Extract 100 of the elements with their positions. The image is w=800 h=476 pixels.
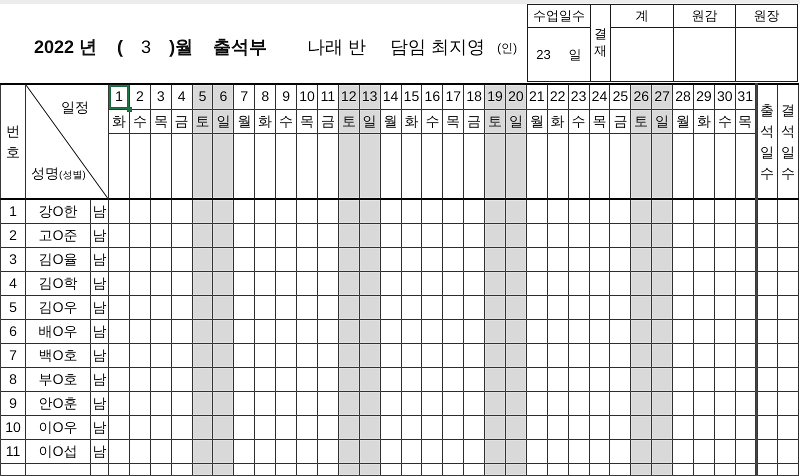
number-cell: 1 xyxy=(0,199,26,223)
gender-cell: 남 xyxy=(90,391,109,415)
gender-cell: 남 xyxy=(90,295,109,319)
weekday-cell: 화 xyxy=(108,109,130,133)
gender-cell: 남 xyxy=(90,271,109,295)
gender-cell: 남 xyxy=(90,223,109,247)
weekday-cell: 수 xyxy=(422,109,443,133)
date-cell: 13 xyxy=(359,84,380,109)
weekday-cell: 목 xyxy=(589,109,610,133)
number-cell: 8 xyxy=(0,367,26,391)
shaded-cell xyxy=(359,133,380,199)
name-cell: 강O한 xyxy=(26,199,91,223)
weekday-cell: 목 xyxy=(442,109,464,133)
weekday-cell: 화 xyxy=(547,109,568,133)
shaded-cell xyxy=(212,133,234,199)
date-cell: 16 xyxy=(422,84,443,109)
date-cell: 21 xyxy=(526,84,548,109)
number-cell: 3 xyxy=(0,247,26,271)
title-year: 2022 년 xyxy=(34,36,98,59)
weekday-cell: 일 xyxy=(212,109,234,133)
class-name: 나래 반 xyxy=(307,36,366,59)
name-cell: 김O율 xyxy=(26,247,91,271)
schedule-header: 일정 xyxy=(61,98,89,117)
gender-cell: 남 xyxy=(90,367,109,391)
name-cell: 고O준 xyxy=(26,223,91,247)
date-cell: 4 xyxy=(171,84,192,109)
fill-handle-icon xyxy=(126,106,132,112)
weekday-cell: 금 xyxy=(171,109,192,133)
school-days-value: 23 xyxy=(536,46,551,64)
weekday-cell: 일 xyxy=(359,109,380,133)
weekday-cell: 토 xyxy=(630,109,652,133)
date-cell: 7 xyxy=(234,84,255,109)
name-cell: 부O호 xyxy=(26,367,91,391)
date-cell: 23 xyxy=(568,84,590,109)
sheet-title: 출석부 xyxy=(213,36,268,59)
shaded-cell xyxy=(652,133,673,199)
date-cell: 14 xyxy=(380,84,401,109)
weekday-cell: 화 xyxy=(693,109,714,133)
shaded-cell xyxy=(630,133,652,199)
table-cell: 원장 xyxy=(736,4,798,28)
number-cell: 2 xyxy=(0,223,26,247)
date-cell: 6 xyxy=(212,84,234,109)
name-cell: 백O호 xyxy=(26,343,91,367)
gender-cell: 남 xyxy=(90,439,109,463)
shaded-cell xyxy=(484,133,506,199)
gender-header: (성별) xyxy=(59,169,86,183)
date-cell: 20 xyxy=(505,84,526,109)
weekday-cell: 수 xyxy=(568,109,590,133)
date-cell: 19 xyxy=(484,84,506,109)
total-header: 출석일수 xyxy=(760,100,774,182)
number-cell: 7 xyxy=(0,343,26,367)
school-days-unit: 일 xyxy=(568,46,582,64)
month-value: 3 xyxy=(141,36,152,59)
total-header: 결석일수 xyxy=(780,100,795,182)
date-cell: 3 xyxy=(150,84,172,109)
name-cell: 김O우 xyxy=(26,295,91,319)
number-cell: 11 xyxy=(0,439,26,463)
table-cell: 수업일수 xyxy=(528,4,590,28)
number-cell: 6 xyxy=(0,319,26,343)
title-month: )월 xyxy=(169,36,194,59)
date-cell: 29 xyxy=(693,84,714,109)
gender-cell: 남 xyxy=(90,343,109,367)
name-cell: 배O우 xyxy=(26,319,91,343)
shaded-cell xyxy=(505,133,526,199)
date-cell: 15 xyxy=(401,84,422,109)
seal-mark: (인) xyxy=(497,40,518,56)
number-cell: 10 xyxy=(0,415,26,439)
date-cell: 5 xyxy=(192,84,213,109)
date-cell: 12 xyxy=(338,84,360,109)
teacher-name: 담임 최지영 xyxy=(390,36,486,59)
weekday-cell: 목 xyxy=(296,109,318,133)
date-cell: 10 xyxy=(296,84,318,109)
date-cell: 11 xyxy=(317,84,338,109)
number-cell: 5 xyxy=(0,295,26,319)
weekday-cell: 월 xyxy=(672,109,694,133)
weekday-cell: 토 xyxy=(338,109,360,133)
number-cell: 9 xyxy=(0,391,26,415)
weekday-cell: 월 xyxy=(380,109,401,133)
date-cell: 22 xyxy=(547,84,568,109)
shaded-cell xyxy=(192,133,213,199)
weekday-cell: 화 xyxy=(401,109,422,133)
number-header: 번호 xyxy=(6,122,20,162)
name-header: 성명 xyxy=(31,164,59,183)
weekday-cell: 일 xyxy=(505,109,526,133)
number-cell: 4 xyxy=(0,271,26,295)
date-cell: 30 xyxy=(714,84,736,109)
gender-cell: 남 xyxy=(90,319,109,343)
date-cell: 2 xyxy=(129,84,150,109)
date-cell: 1 xyxy=(108,84,130,109)
date-cell: 27 xyxy=(652,84,673,109)
name-cell: 김O학 xyxy=(26,271,91,295)
name-cell: 이O우 xyxy=(26,415,91,439)
title-bracket: ( xyxy=(117,36,124,59)
gender-cell: 남 xyxy=(90,247,109,271)
date-cell: 28 xyxy=(672,84,694,109)
weekday-cell: 토 xyxy=(484,109,506,133)
date-cell: 9 xyxy=(276,84,297,109)
date-cell: 24 xyxy=(589,84,610,109)
date-cell: 26 xyxy=(630,84,652,109)
date-cell: 17 xyxy=(442,84,464,109)
